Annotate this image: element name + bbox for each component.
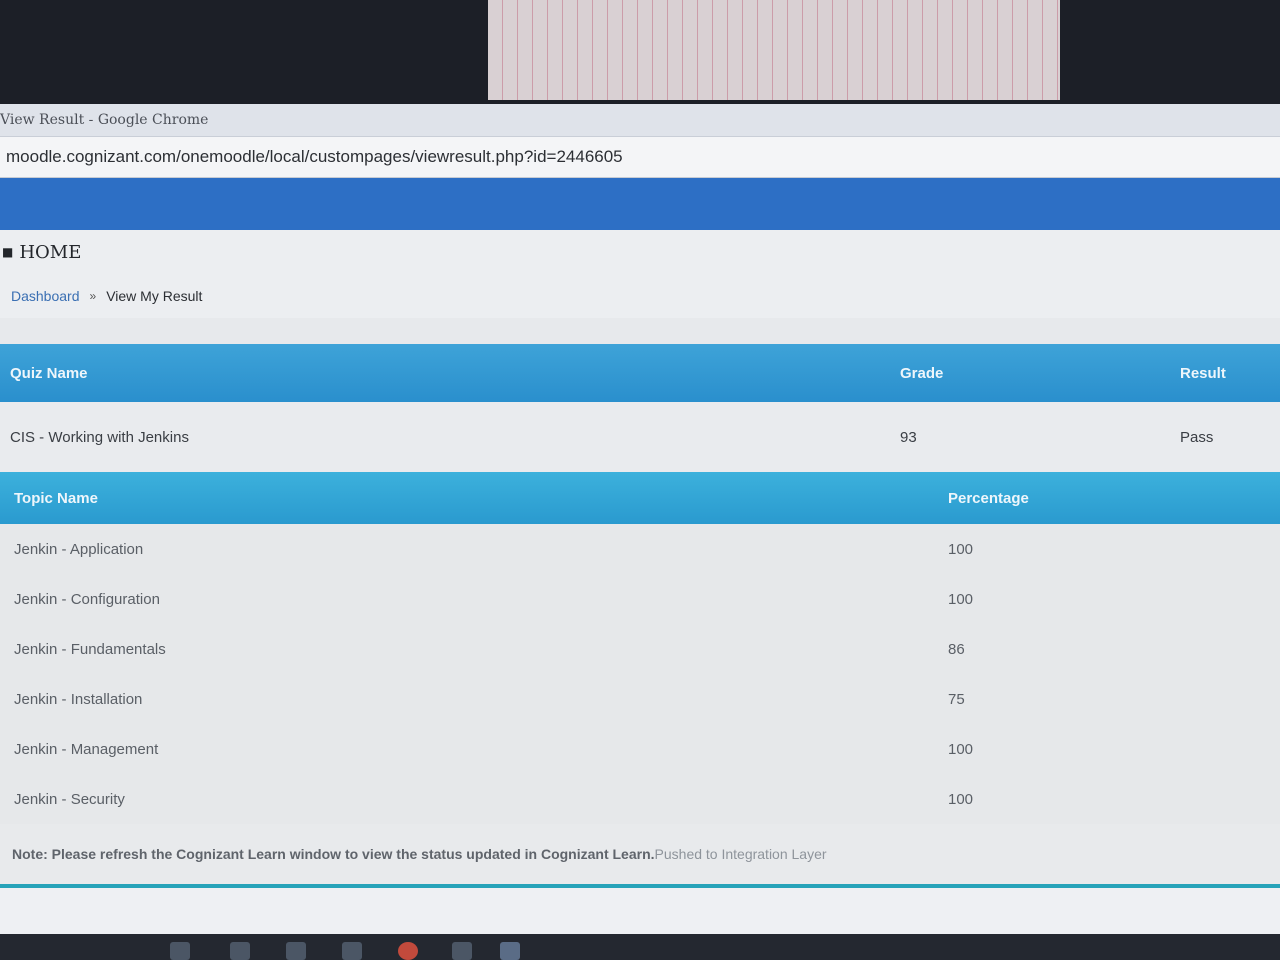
grade-cell: 93 <box>900 428 917 446</box>
breadcrumb-current: View My Result <box>106 288 203 304</box>
window-title: View Result - Google Chrome <box>0 112 209 128</box>
topic-name-cell: Jenkin - Management <box>14 740 159 758</box>
note-text: Note: Please refresh the Cognizant Learn… <box>12 846 655 862</box>
status-note: Note: Please refresh the Cognizant Learn… <box>0 824 1280 884</box>
window-titlebar: View Result - Google Chrome <box>0 104 1280 137</box>
taskbar <box>0 934 1280 960</box>
grade-header: Grade <box>900 364 944 382</box>
result-cell: Pass <box>1180 428 1214 446</box>
table-row: Jenkin - Installation 75 <box>0 674 1280 724</box>
topic-name-cell: Jenkin - Installation <box>14 690 143 708</box>
table-row: Jenkin - Configuration 100 <box>0 574 1280 624</box>
quiz-name-cell: CIS - Working with Jenkins <box>10 428 189 446</box>
home-label[interactable]: HOME <box>19 242 81 263</box>
browser-window: View Result - Google Chrome moodle.cogni… <box>0 104 1280 934</box>
taskbar-app-icon[interactable] <box>286 942 306 960</box>
taskbar-app-icon[interactable] <box>230 942 250 960</box>
home-nav[interactable]: ■ HOME <box>0 230 1280 274</box>
result-header: Result <box>1180 364 1226 382</box>
topic-name-cell: Jenkin - Fundamentals <box>14 640 166 658</box>
percentage-cell: 100 <box>948 790 974 808</box>
percentage-cell: 100 <box>948 540 974 558</box>
url-text[interactable]: moodle.cognizant.com/onemoodle/local/cus… <box>6 147 623 167</box>
chrome-icon[interactable] <box>398 942 418 960</box>
taskbar-app-icon[interactable] <box>500 942 520 960</box>
address-bar[interactable]: moodle.cognizant.com/onemoodle/local/cus… <box>0 137 1280 178</box>
topic-table-header: Topic Name Percentage <box>0 472 1280 524</box>
home-icon: ■ <box>2 245 14 259</box>
breadcrumb-separator-icon: » <box>89 289 97 303</box>
topic-name-cell: Jenkin - Security <box>14 790 125 808</box>
topic-name-cell: Jenkin - Configuration <box>14 590 160 608</box>
quiz-row: CIS - Working with Jenkins 93 Pass <box>0 402 1280 472</box>
table-row: Jenkin - Fundamentals 86 <box>0 624 1280 674</box>
table-row: Jenkin - Management 100 <box>0 724 1280 774</box>
percentage-cell: 86 <box>948 640 965 658</box>
topic-name-cell: Jenkin - Application <box>14 540 144 558</box>
table-row: Jenkin - Application 100 <box>0 524 1280 574</box>
background-paper <box>488 0 1060 100</box>
breadcrumb-dashboard-link[interactable]: Dashboard <box>11 288 80 304</box>
breadcrumb: Dashboard » View My Result <box>0 274 1280 318</box>
note-extra-text: Pushed to Integration Layer <box>654 846 827 862</box>
quiz-name-header: Quiz Name <box>10 364 88 382</box>
percentage-cell: 75 <box>948 690 965 708</box>
topic-list: Jenkin - Application 100 Jenkin - Config… <box>0 524 1280 824</box>
table-row: Jenkin - Security 100 <box>0 774 1280 824</box>
taskbar-app-icon[interactable] <box>170 942 190 960</box>
taskbar-app-icon[interactable] <box>452 942 472 960</box>
percentage-cell: 100 <box>948 740 974 758</box>
percentage-header: Percentage <box>948 489 1029 507</box>
quiz-table-header: Quiz Name Grade Result <box>0 344 1280 402</box>
taskbar-app-icon[interactable] <box>342 942 362 960</box>
percentage-cell: 100 <box>948 590 974 608</box>
site-header-bar <box>0 178 1280 230</box>
spacer <box>0 318 1280 344</box>
topic-name-header: Topic Name <box>14 489 98 507</box>
footer-divider <box>0 884 1280 888</box>
